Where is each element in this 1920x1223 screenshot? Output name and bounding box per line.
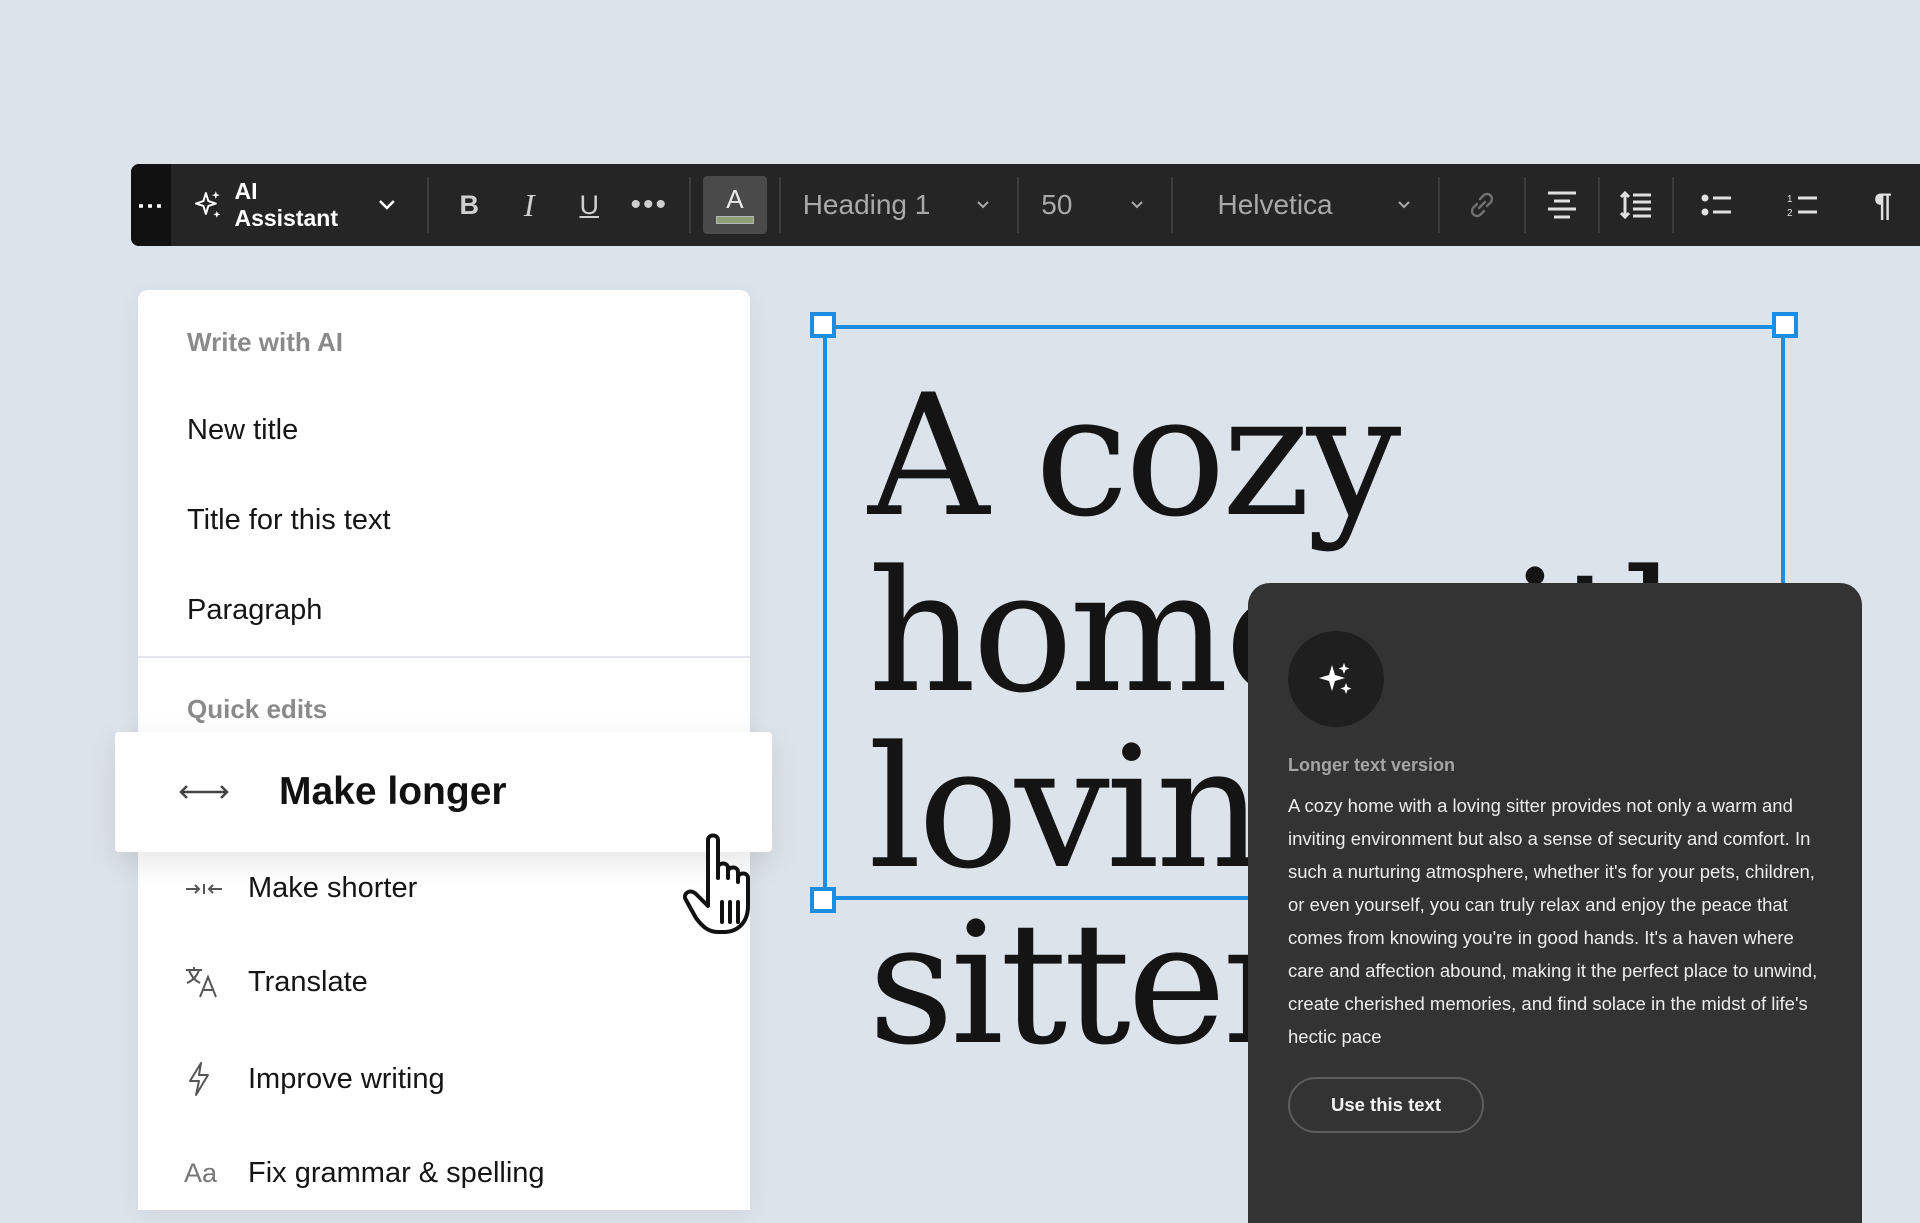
line-height-icon[interactable] — [1600, 164, 1672, 246]
result-text: A cozy home with a loving sitter provide… — [1288, 795, 1818, 1047]
resize-handle-top-left[interactable] — [810, 312, 836, 338]
ai-result-panel: Longer text version A cozy home with a l… — [1248, 583, 1862, 1223]
numbered-list-icon[interactable]: 12 — [1760, 164, 1846, 246]
block-type-value: Heading 1 — [802, 189, 931, 220]
italic-icon[interactable]: I — [499, 164, 559, 246]
menu-item-translate[interactable]: Translate — [184, 965, 368, 999]
chevron-down-icon — [379, 200, 396, 210]
arrows-inward-icon — [184, 881, 234, 897]
menu-item-new-title[interactable]: New title — [187, 414, 298, 447]
font-family-select[interactable]: Helvetica — [1173, 164, 1438, 246]
chevron-down-icon — [977, 201, 989, 209]
underline-icon[interactable]: U — [559, 164, 619, 246]
font-family-value: Helvetica — [1217, 189, 1333, 220]
link-icon[interactable] — [1440, 164, 1524, 246]
resize-handle-top-right[interactable] — [1772, 312, 1798, 338]
make-longer-label: Make longer — [279, 770, 507, 813]
menu-item-improve-writing[interactable]: Improve writing — [184, 1061, 445, 1097]
menu-item-make-shorter[interactable]: Make shorter — [184, 872, 417, 905]
fix-grammar-label: Fix grammar & spelling — [248, 1157, 545, 1189]
chevron-down-icon — [1131, 201, 1144, 209]
paragraph-tools-group: 12 ¶ — [1440, 164, 1920, 246]
translate-icon — [184, 965, 234, 999]
menu-item-make-longer[interactable]: Make longer — [115, 732, 772, 852]
paragraph-icon[interactable]: ¶ — [1846, 164, 1920, 246]
lightning-icon — [184, 1061, 234, 1097]
font-size-value: 50 — [1041, 189, 1073, 220]
menu-item-paragraph[interactable]: Paragraph — [187, 594, 322, 627]
formatting-toolbar: ⋮ AI Assistant B I U ••• A Heading 1 50 … — [131, 164, 1920, 246]
text-color-swatch — [715, 216, 754, 224]
svg-text:2: 2 — [1787, 208, 1793, 219]
menu-divider — [138, 656, 750, 658]
block-type-select[interactable]: Heading 1 — [781, 164, 1018, 246]
menu-item-fix-grammar[interactable]: Aa Fix grammar & spelling — [184, 1157, 545, 1190]
arrows-horizontal-icon — [179, 783, 229, 801]
quick-section-title: Quick edits — [187, 694, 328, 724]
resize-handle-bottom-left[interactable] — [810, 887, 836, 913]
font-size-select[interactable]: 50 — [1019, 164, 1171, 246]
bold-icon[interactable]: B — [439, 164, 499, 246]
result-label: Longer text version — [1288, 755, 1456, 775]
sparkles-icon — [194, 191, 220, 218]
translate-label: Translate — [248, 965, 368, 998]
ai-assistant-button[interactable]: AI Assistant — [171, 164, 428, 246]
menu-item-title-for-text[interactable]: Title for this text — [187, 504, 391, 537]
use-this-text-button[interactable]: Use this text — [1288, 1077, 1484, 1133]
svg-text:1: 1 — [1787, 194, 1793, 205]
drag-handle-icon[interactable]: ⋮ — [131, 164, 171, 246]
text-format-group: B I U ••• — [429, 164, 689, 246]
write-section-title: Write with AI — [187, 327, 343, 357]
make-shorter-label: Make shorter — [248, 872, 418, 904]
hand-pointer-icon — [683, 833, 750, 934]
text-color-icon[interactable]: A — [703, 176, 767, 234]
toolbar-divider — [689, 177, 692, 233]
more-icon[interactable]: ••• — [619, 164, 679, 246]
ai-assistant-label: AI Assistant — [234, 178, 338, 231]
improve-writing-label: Improve writing — [248, 1062, 445, 1095]
bullet-list-icon[interactable] — [1674, 164, 1760, 246]
font-icon: Aa — [184, 1158, 218, 1188]
align-center-icon[interactable] — [1526, 164, 1598, 246]
sparkles-icon — [1288, 631, 1384, 727]
chevron-down-icon — [1398, 201, 1410, 209]
